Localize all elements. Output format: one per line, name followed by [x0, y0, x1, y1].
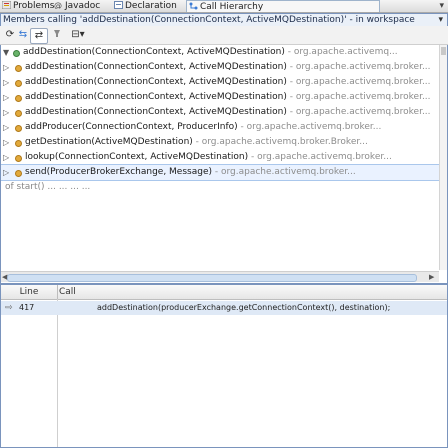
method-icon: [15, 140, 22, 147]
history-icon: ⊟▾: [71, 29, 85, 40]
tab-javadoc-label: Javadoc: [65, 1, 101, 11]
collapse-arrow-icon[interactable]: ▼: [3, 45, 11, 60]
tree-vertical-scroll-thumb[interactable]: [441, 47, 446, 55]
table-header: Line Call: [1, 285, 447, 300]
caller-hierarchy-icon: ⇆: [18, 29, 28, 40]
tree-item-label: addProducer(ConnectionContext, ProducerI…: [25, 122, 238, 132]
column-header-line[interactable]: Line: [1, 285, 58, 299]
view-menu-button[interactable]: ▾: [439, 0, 444, 12]
method-icon: [15, 170, 22, 177]
table-cell-call: addDestination(producerExchange.getConne…: [97, 303, 391, 312]
expand-arrow-icon[interactable]: ▷: [3, 60, 11, 75]
tree-item-package: - org.apache.activemq.broker...: [286, 107, 431, 117]
expand-arrow-icon[interactable]: ▷: [3, 135, 11, 150]
callee-hierarchy-button[interactable]: ⇄: [30, 28, 48, 44]
expand-arrow-icon[interactable]: ▷: [3, 75, 11, 90]
tab-call-hierarchy-label: Call Hierarchy: [200, 2, 264, 12]
tree-item-package: - org.apache.activemq...: [284, 47, 398, 57]
hierarchy-toolbar: ⟳ ⇆ ⇄ ⊟▾: [0, 26, 448, 45]
tree-item-label: getDestination(ActiveMQDestination): [25, 137, 193, 147]
refresh-icon: ⟳: [5, 29, 15, 40]
tree-item-label: lookup(ConnectionContext, ActiveMQDestin…: [25, 152, 249, 162]
tree-item-label: addDestination(ConnectionContext, Active…: [23, 47, 285, 57]
method-icon: [15, 110, 22, 117]
method-icon: [15, 65, 22, 72]
declaration-icon: [114, 1, 123, 9]
tree-item-package: - org.apache.activemq.broker.Broker...: [192, 137, 368, 147]
expand-arrow-icon[interactable]: ▷: [3, 90, 11, 105]
expand-arrow-icon[interactable]: ▷: [3, 105, 11, 120]
caller-hierarchy-button[interactable]: ⇆: [18, 28, 28, 42]
title-dropdown-icon[interactable]: ▾: [438, 14, 443, 26]
method-icon: [15, 80, 22, 87]
expand-arrow-icon[interactable]: ▷: [3, 165, 11, 180]
javadoc-icon: @: [54, 1, 63, 10]
method-icon: [15, 125, 22, 132]
tree-item-package: - org.apache.activemq.broker...: [286, 62, 431, 72]
column-divider: [57, 299, 58, 447]
expand-arrow-icon[interactable]: ▷: [3, 120, 11, 135]
tab-javadoc[interactable]: @ Javadoc: [52, 0, 100, 12]
scroll-right-arrow-icon[interactable]: ▶: [429, 272, 434, 282]
tree-item-label: of start() ... ... ... ...: [5, 182, 91, 192]
call-location-icon: ⇨: [5, 303, 13, 313]
method-icon: [13, 50, 20, 57]
hierarchy-title: Members calling 'addDestination(Connecti…: [3, 15, 415, 25]
call-hierarchy-tree[interactable]: ▼ addDestination(ConnectionContext, Acti…: [0, 45, 448, 284]
tree-item-package: - org.apache.activemq.broker...: [212, 167, 356, 177]
problems-icon: [1, 0, 12, 10]
pin-button[interactable]: [50, 28, 64, 42]
tree-item-label: send(ProducerBrokerExchange, Message): [25, 167, 213, 177]
tree-item-package: - org.apache.activemq.broker...: [237, 122, 382, 132]
tree-item-selected[interactable]: ▷ send(ProducerBrokerExchange, Message) …: [1, 164, 440, 181]
expand-arrow-icon[interactable]: ▷: [3, 150, 11, 165]
callee-hierarchy-icon: ⇄: [34, 30, 44, 41]
tree-item-label: addDestination(ConnectionContext, Active…: [25, 107, 287, 117]
tree-item-package: - org.apache.activemq.broker...: [248, 152, 392, 162]
history-dropdown-button[interactable]: ⊟▾: [68, 28, 88, 42]
tab-declaration[interactable]: Declaration: [112, 0, 177, 12]
tree-horizontal-scrollbar[interactable]: ◀ ▶: [1, 271, 439, 282]
call-locations-table: Line Call ⇨ 417 addDestination(producerE…: [0, 284, 448, 448]
tree-item-package: - org.apache.activemq.broker...: [286, 92, 431, 102]
refresh-button[interactable]: ⟳: [4, 28, 16, 42]
tree-item-label: addDestination(ConnectionContext, Active…: [25, 77, 287, 87]
method-icon: [15, 155, 22, 162]
tree-vertical-scrollbar[interactable]: [439, 45, 447, 270]
column-header-call[interactable]: Call: [59, 285, 76, 299]
tab-problems[interactable]: Problems: [0, 0, 54, 12]
tab-problems-label: Problems: [13, 1, 55, 11]
table-row[interactable]: ⇨ 417 addDestination(producerExchange.ge…: [1, 301, 447, 315]
tree-item-label: addDestination(ConnectionContext, Active…: [25, 62, 287, 72]
tree-item-label: addDestination(ConnectionContext, Active…: [25, 92, 287, 102]
view-tab-bar: Problems @ Javadoc Declaration Call Hier…: [0, 0, 448, 13]
tab-declaration-label: Declaration: [125, 1, 177, 11]
pin-icon: [54, 30, 60, 37]
tab-call-hierarchy[interactable]: Call Hierarchy: [186, 0, 380, 12]
method-icon: [15, 95, 22, 102]
hierarchy-title-bar: Members calling 'addDestination(Connecti…: [0, 13, 448, 27]
tree-horizontal-scroll-thumb[interactable]: [7, 274, 417, 282]
table-cell-line: 417: [19, 303, 35, 312]
svg-text:@: @: [54, 1, 62, 9]
call-hierarchy-icon: [189, 2, 198, 10]
tree-item-package: - org.apache.activemq.broker...: [286, 77, 431, 87]
view-menu-icon: ▾: [439, 1, 444, 11]
